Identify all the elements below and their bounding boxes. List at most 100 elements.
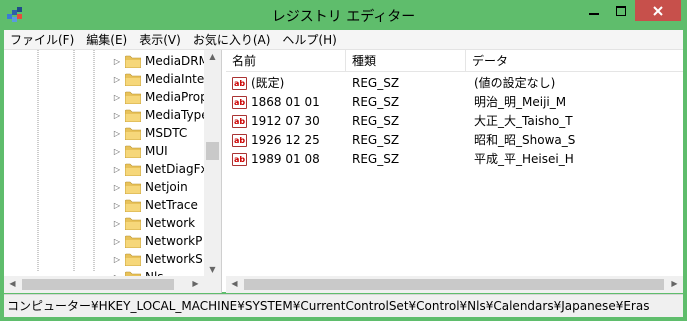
tree-item-label: NetDiagFx [145,162,208,176]
scroll-right-icon[interactable]: ▶ [666,279,683,288]
expand-arrow-icon[interactable]: ▷ [112,255,122,264]
folder-icon [125,109,141,122]
tree-item[interactable]: ▷ Netjoin [112,178,188,196]
value-data: 平成_平_Heisei_H [474,152,574,166]
registry-value-row[interactable]: ab 1926 12 25 REG_SZ 昭和_昭_Showa_S [226,131,683,150]
value-name: 1868 01 01 [251,95,320,109]
values-list-pane[interactable]: 名前 種類 データ ab (既定) REG_SZ (値の設定なし) ab 1868 01 … [226,50,683,293]
close-button[interactable] [635,0,681,21]
list-horizontal-scrollbar[interactable]: ◀ ▶ [226,276,683,293]
folder-icon [125,91,141,104]
expand-arrow-icon[interactable]: ▷ [112,111,122,120]
scroll-left-icon[interactable]: ◀ [4,279,21,288]
column-header-name[interactable]: 名前 [226,50,346,72]
list-header: 名前 種類 データ [226,50,683,72]
tree-item-label: MediaType [145,108,209,122]
value-type: REG_SZ [352,114,400,128]
tree-item[interactable]: ▷ NetTrace [112,196,198,214]
folder-icon [125,199,141,212]
tree-item[interactable]: ▷ MediaProp [112,88,208,106]
tree-item[interactable]: ▷ MediaType [112,106,209,124]
tree-item[interactable]: ▷ MediaInte [112,70,204,88]
registry-value-row[interactable]: ab 1989 01 08 REG_SZ 平成_平_Heisei_H [226,150,683,169]
tree-hscroll-thumb[interactable] [22,279,174,290]
folder-icon [125,253,141,266]
registry-value-row[interactable]: ab 1912 07 30 REG_SZ 大正_大_Taisho_T [226,112,683,131]
tree-item-label: NetTrace [145,198,198,212]
value-data: (値の設定なし) [474,76,556,90]
value-type: REG_SZ [352,76,400,90]
tree-item[interactable]: ▷ NetworkS [112,250,203,268]
tree-item-label: NetworkP [145,234,203,248]
string-value-icon: ab [232,77,247,90]
tree-horizontal-scrollbar[interactable]: ◀ ▶ [4,276,204,293]
close-icon [653,5,663,16]
column-header-type[interactable]: 種類 [346,50,466,72]
scroll-down-icon[interactable]: ▼ [204,265,221,274]
folder-icon [125,73,141,86]
scroll-right-icon[interactable]: ▶ [187,279,204,288]
tree-item[interactable]: ▷ MUI [112,142,168,160]
registry-tree-pane[interactable]: ▷ MediaDRM ▷ MediaInte ▷ MediaProp ▷ MediaType ▷… [4,50,222,293]
tree-item[interactable]: ▷ MSDTC [112,124,187,142]
menu-favorites[interactable]: お気に入り(A) [187,31,277,48]
status-bar-path: コンピューター¥HKEY_LOCAL_MACHINE¥SYSTEM¥Curren… [4,294,683,317]
expand-arrow-icon[interactable]: ▷ [112,165,122,174]
tree-item[interactable]: ▷ Network [112,214,195,232]
list-hscroll-thumb[interactable] [244,279,664,290]
string-value-icon: ab [232,96,247,109]
expand-arrow-icon[interactable]: ▷ [112,201,122,210]
tree-item[interactable]: ▷ NetDiagFx [112,160,208,178]
tree-vertical-scrollbar[interactable]: ▲ ▼ [204,50,221,276]
minimize-button[interactable] [580,0,607,21]
expand-arrow-icon[interactable]: ▷ [112,93,122,102]
value-type: REG_SZ [352,152,400,166]
expand-arrow-icon[interactable]: ▷ [112,75,122,84]
column-header-data[interactable]: データ [466,50,683,72]
folder-icon [125,127,141,140]
minimize-icon [588,12,599,15]
expand-arrow-icon[interactable]: ▷ [112,129,122,138]
maximize-button[interactable] [607,0,634,21]
value-name: (既定) [251,76,285,90]
value-name: 1912 07 30 [251,114,320,128]
value-data: 昭和_昭_Showa_S [474,133,576,147]
folder-icon [125,163,141,176]
title-bar[interactable]: レジストリ エディター [0,0,687,30]
tree-item-label: Network [145,216,196,230]
tree-vscroll-thumb[interactable] [206,142,219,160]
registry-value-row[interactable]: ab 1868 01 01 REG_SZ 明治_明_Meiji_M [226,93,683,112]
value-type: REG_SZ [352,133,400,147]
value-name: 1989 01 08 [251,152,320,166]
menu-file[interactable]: ファイル(F) [4,31,80,48]
expand-arrow-icon[interactable]: ▷ [112,237,122,246]
menu-help[interactable]: ヘルプ(H) [276,31,342,48]
scroll-up-icon[interactable]: ▲ [204,52,221,61]
tree-item-label: MSDTC [145,126,188,140]
expand-arrow-icon[interactable]: ▷ [112,147,122,156]
string-value-icon: ab [232,134,247,147]
tree-item[interactable]: ▷ MediaDRM [112,52,209,70]
expand-arrow-icon[interactable]: ▷ [112,57,122,66]
expand-arrow-icon[interactable]: ▷ [112,219,122,228]
folder-icon [125,55,141,68]
value-name: 1926 12 25 [251,133,320,147]
client-area: ▷ MediaDRM ▷ MediaInte ▷ MediaProp ▷ MediaType ▷… [4,49,683,293]
menu-bar: ファイル(F) 編集(E) 表示(V) お気に入り(A) ヘルプ(H) [4,30,683,49]
expand-arrow-icon[interactable]: ▷ [112,183,122,192]
folder-icon [125,145,141,158]
value-type: REG_SZ [352,95,400,109]
string-value-icon: ab [232,153,247,166]
tree-item[interactable]: ▷ NetworkP [112,232,202,250]
scroll-left-icon[interactable]: ◀ [226,279,243,288]
tree-item-label: MediaProp [145,90,208,104]
registry-value-row[interactable]: ab (既定) REG_SZ (値の設定なし) [226,74,683,93]
registry-editor-window: レジストリ エディター ファイル(F) 編集(E) 表示(V) お気に入り(A)… [0,0,687,321]
folder-icon [125,217,141,230]
string-value-icon: ab [232,115,247,128]
value-data: 明治_明_Meiji_M [474,95,567,109]
folder-icon [125,235,141,248]
tree-item-label: MediaDRM [145,54,209,68]
menu-view[interactable]: 表示(V) [133,31,187,48]
menu-edit[interactable]: 編集(E) [80,31,133,48]
